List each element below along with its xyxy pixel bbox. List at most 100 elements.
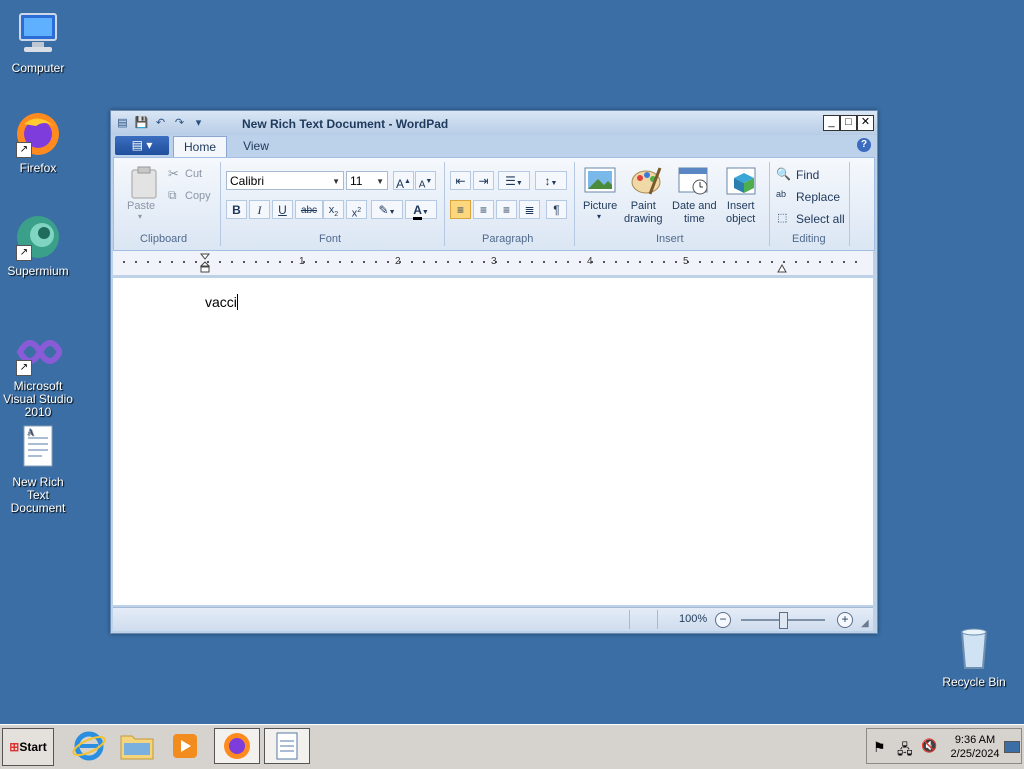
tab-home[interactable]: Home — [173, 136, 227, 158]
show-desktop-button[interactable] — [1004, 741, 1020, 753]
cut-button[interactable]: Cut — [185, 168, 202, 180]
status-bar: 100% − + ◢ — [113, 607, 873, 631]
taskbar-internet-explorer[interactable] — [66, 728, 112, 764]
ruler-tick — [807, 261, 809, 263]
taskbar-firefox[interactable] — [214, 728, 260, 764]
ruler-tick — [315, 261, 317, 263]
desktop-icon-firefox[interactable]: ↗ Firefox — [0, 110, 76, 175]
italic-button[interactable]: I — [249, 200, 270, 219]
quick-access-toolbar: ▤ 💾 ↶ ↷ ▾ — [115, 115, 206, 131]
document-area[interactable]: vacci — [113, 278, 873, 605]
subscript-button[interactable]: x2 — [323, 200, 344, 219]
strikethrough-button[interactable]: abc — [295, 200, 323, 219]
title-bar[interactable]: ▤ 💾 ↶ ↷ ▾ New Rich Text Document - WordP… — [111, 111, 877, 135]
paste-icon[interactable] — [128, 166, 160, 199]
save-icon[interactable]: 💾 — [134, 116, 149, 131]
desktop-icon-supermium[interactable]: ↗ Supermium — [0, 213, 76, 278]
ruler-tick — [555, 261, 557, 263]
increase-indent-button[interactable]: ⇥ — [473, 171, 494, 190]
app-menu-icon[interactable]: ▤ — [115, 116, 130, 131]
minimize-button[interactable]: _ — [823, 115, 840, 131]
taskbar-wordpad[interactable] — [264, 728, 310, 764]
file-menu-button[interactable]: ▤ ▾ — [115, 136, 169, 155]
bullet-list-button[interactable]: ☰▼ — [498, 171, 530, 190]
picture-dropdown-icon[interactable]: ▾ — [597, 212, 601, 221]
close-button[interactable]: ✕ — [857, 115, 874, 131]
status-divider — [657, 610, 658, 629]
grow-font-button[interactable]: A▲ — [393, 171, 414, 191]
insert-object-icon[interactable] — [726, 166, 758, 196]
select-all-button[interactable]: Select all — [796, 212, 845, 226]
paragraph-settings-button[interactable]: ¶ — [546, 200, 567, 219]
highlight-color-button[interactable]: ✎▼ — [371, 200, 403, 219]
date-time-button[interactable]: Date and time — [672, 200, 717, 226]
taskbar-media-player[interactable] — [162, 728, 208, 764]
desktop-icon-computer[interactable]: Computer — [0, 10, 76, 75]
network-icon[interactable]: 🖧 — [897, 739, 913, 763]
select-all-icon[interactable]: ⬚ — [777, 211, 787, 224]
paint-drawing-button[interactable]: Paint drawing — [624, 200, 663, 226]
replace-button[interactable]: Replace — [796, 190, 840, 204]
decrease-indent-button[interactable]: ⇤ — [450, 171, 471, 190]
ruler-tick — [651, 261, 653, 263]
right-indent-marker[interactable] — [777, 261, 787, 273]
customize-qat-icon[interactable]: ▾ — [191, 116, 206, 131]
redo-icon[interactable]: ↷ — [172, 116, 187, 131]
paint-drawing-icon[interactable] — [630, 166, 662, 196]
ruler-tick — [531, 261, 533, 263]
tab-view[interactable]: View — [231, 136, 281, 157]
underline-button[interactable]: U — [272, 200, 293, 219]
ribbon-tabs: ▤ ▾ Home View ? — [111, 135, 877, 158]
picture-button[interactable]: Picture — [583, 200, 617, 212]
left-indent-marker[interactable] — [199, 253, 211, 273]
undo-icon[interactable]: ↶ — [153, 116, 168, 131]
replace-icon[interactable]: ab — [776, 189, 786, 199]
start-button[interactable]: ⊞Start — [2, 728, 54, 766]
desktop-icon-recycle-bin[interactable]: Recycle Bin — [936, 624, 1012, 689]
copy-icon[interactable]: ⧉ — [168, 188, 177, 203]
desktop-icon-visual-studio[interactable]: ↗ Microsoft Visual Studio 2010 — [0, 328, 76, 419]
shrink-font-button[interactable]: A▼ — [415, 171, 436, 190]
align-left-button[interactable]: ≡ — [450, 200, 471, 219]
action-center-flag-icon[interactable]: ⚑ — [873, 739, 886, 756]
font-size-combo[interactable]: 11 ▼ — [346, 171, 388, 190]
document-text[interactable]: vacci — [205, 294, 238, 310]
resize-grip-icon[interactable]: ◢ — [861, 618, 869, 629]
date-time-label-line1: Date and — [672, 200, 717, 212]
system-tray: ⚑ 🖧 🔇 9:36 AM 2/25/2024 — [866, 728, 1022, 764]
group-label-font: Font — [319, 233, 342, 245]
line-spacing-button[interactable]: ↕▼ — [535, 171, 567, 190]
find-button[interactable]: Find — [796, 168, 819, 182]
picture-icon[interactable] — [584, 166, 616, 196]
align-center-button[interactable]: ≡ — [473, 200, 494, 219]
justify-button[interactable]: ≣ — [519, 200, 540, 219]
cut-icon[interactable]: ✂ — [168, 166, 179, 182]
align-right-button[interactable]: ≡ — [496, 200, 517, 219]
ruler[interactable]: 1 2 3 4 5 — [113, 251, 873, 276]
desktop-icon-rich-text-document[interactable]: A New Rich Text Document — [0, 424, 76, 515]
zoom-slider-thumb[interactable] — [779, 612, 788, 629]
help-icon[interactable]: ? — [857, 138, 871, 152]
date-time-icon[interactable] — [678, 166, 710, 196]
maximize-button[interactable]: □ — [840, 115, 857, 131]
font-family-combo[interactable]: Calibri ▼ — [226, 171, 344, 190]
superscript-button[interactable]: x2 — [346, 200, 367, 220]
zoom-in-button[interactable]: + — [837, 612, 853, 628]
copy-button[interactable]: Copy — [185, 190, 211, 202]
insert-object-button[interactable]: Insert object — [726, 200, 755, 226]
paste-button[interactable]: Paste — [127, 200, 155, 212]
find-icon[interactable]: 🔍 — [776, 167, 791, 181]
ruler-tick — [723, 261, 725, 263]
font-color-button[interactable]: A▼ — [405, 200, 437, 220]
desktop-icon-label: Firefox — [19, 161, 57, 175]
clock[interactable]: 9:36 AM 2/25/2024 — [947, 733, 1003, 761]
paste-dropdown-icon[interactable]: ▾ — [138, 212, 142, 221]
group-separator — [769, 162, 770, 246]
text-caret — [236, 294, 238, 310]
svg-text:A: A — [27, 427, 34, 437]
zoom-out-button[interactable]: − — [715, 612, 731, 628]
visual-studio-icon: ↗ — [14, 328, 64, 376]
bold-button[interactable]: B — [226, 200, 247, 219]
taskbar-file-explorer[interactable] — [114, 728, 160, 764]
volume-muted-icon[interactable]: 🔇 — [921, 738, 937, 754]
